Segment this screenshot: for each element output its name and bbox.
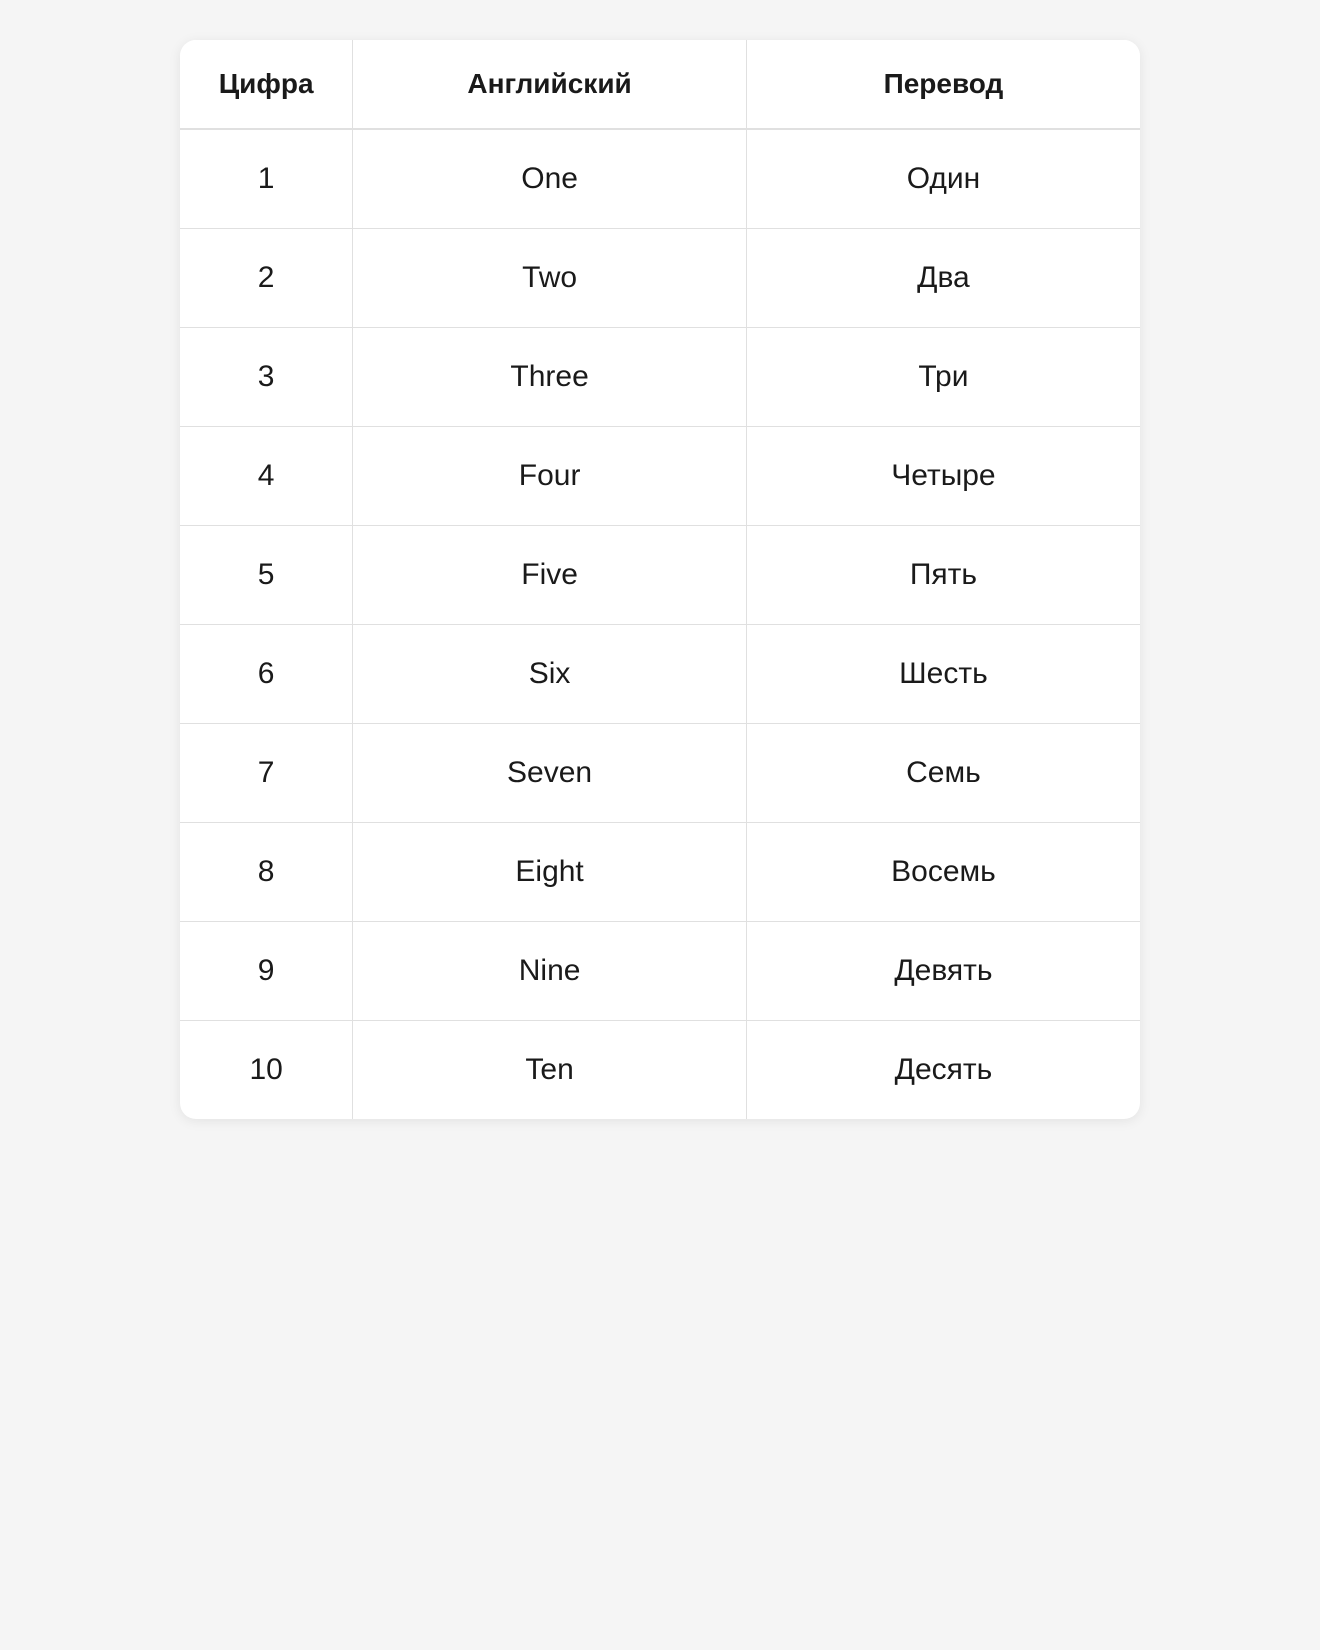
cell-digit: 4 [180,427,353,526]
cell-digit: 3 [180,328,353,427]
cell-digit: 1 [180,129,353,229]
cell-digit: 7 [180,724,353,823]
cell-russian: Девять [746,922,1140,1021]
cell-russian: Пять [746,526,1140,625]
cell-english: Four [353,427,747,526]
table-row: 9NineДевять [180,922,1140,1021]
cell-english: Two [353,229,747,328]
table-row: 2TwoДва [180,229,1140,328]
table-row: 7SevenСемь [180,724,1140,823]
cell-english: Eight [353,823,747,922]
table-row: 3ThreeТри [180,328,1140,427]
table-row: 4FourЧетыре [180,427,1140,526]
table-header-row: Цифра Английский Перевод [180,40,1140,129]
cell-digit: 2 [180,229,353,328]
cell-digit: 5 [180,526,353,625]
table-row: 6SixШесть [180,625,1140,724]
cell-russian: Три [746,328,1140,427]
cell-english: Five [353,526,747,625]
table-row: 8EightВосемь [180,823,1140,922]
cell-digit: 8 [180,823,353,922]
cell-russian: Четыре [746,427,1140,526]
numbers-table-container: Цифра Английский Перевод 1OneОдин2TwoДва… [180,40,1140,1119]
cell-english: Six [353,625,747,724]
table-row: 10TenДесять [180,1021,1140,1120]
cell-russian: Восемь [746,823,1140,922]
cell-english: Nine [353,922,747,1021]
cell-digit: 9 [180,922,353,1021]
header-digit: Цифра [180,40,353,129]
table-row: 1OneОдин [180,129,1140,229]
cell-russian: Два [746,229,1140,328]
header-english: Английский [353,40,747,129]
cell-digit: 6 [180,625,353,724]
header-russian: Перевод [746,40,1140,129]
cell-english: Seven [353,724,747,823]
cell-english: Ten [353,1021,747,1120]
cell-russian: Десять [746,1021,1140,1120]
table-row: 5FiveПять [180,526,1140,625]
numbers-table: Цифра Английский Перевод 1OneОдин2TwoДва… [180,40,1140,1119]
cell-russian: Семь [746,724,1140,823]
cell-english: One [353,129,747,229]
cell-digit: 10 [180,1021,353,1120]
cell-russian: Шесть [746,625,1140,724]
cell-english: Three [353,328,747,427]
cell-russian: Один [746,129,1140,229]
